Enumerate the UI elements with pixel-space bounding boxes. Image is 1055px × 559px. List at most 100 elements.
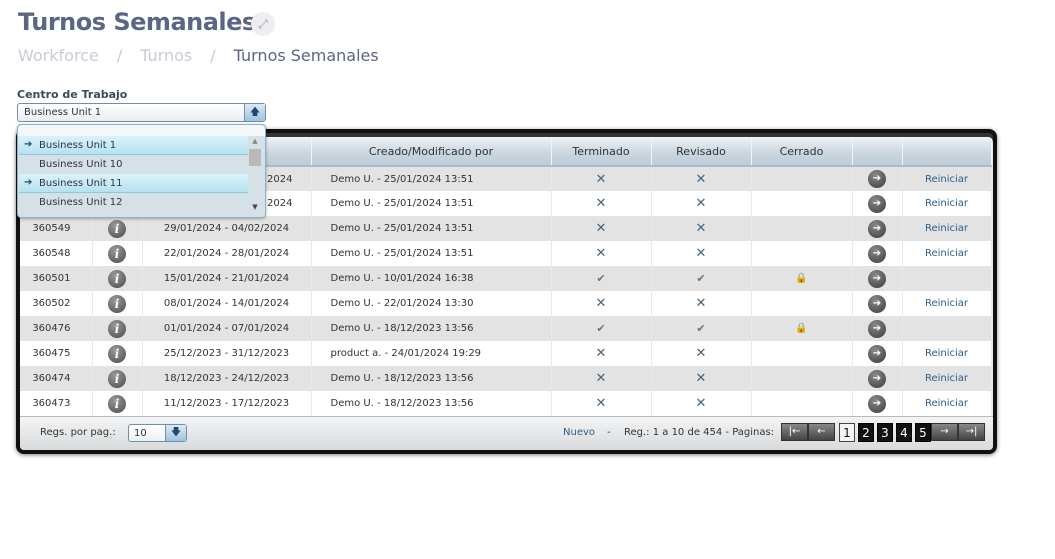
info-icon[interactable]: i [108, 244, 126, 263]
arrow-right-circle-icon[interactable]: ➔ [868, 244, 886, 263]
info-cell: i [92, 266, 143, 291]
info-cell: i [92, 216, 143, 241]
column-header[interactable]: Terminado [551, 137, 652, 167]
row-dates: 29/01/2024 - 04/02/2024 [142, 216, 312, 241]
page-button[interactable]: 2 [858, 423, 874, 442]
lock-icon: 🔒 [795, 273, 808, 284]
next-page-icon[interactable]: → [931, 423, 958, 441]
table-row[interactable]: 360474 i 18/12/2023 - 24/12/2023 Demo U. - … [20, 366, 992, 391]
row-cerrado [751, 341, 853, 366]
page-button[interactable]: 4 [896, 423, 912, 442]
info-icon[interactable]: i [108, 394, 126, 413]
reiniciar-link[interactable]: Reiniciar [925, 223, 968, 234]
breadcrumb-turnos[interactable]: Turnos [140, 46, 192, 65]
reiniciar-link[interactable]: Reiniciar [925, 174, 968, 185]
arrow-right-circle-icon[interactable]: ➔ [868, 369, 886, 388]
centro-input[interactable]: Business Unit 1 [24, 107, 101, 118]
breadcrumb-separator: / [210, 46, 216, 65]
centro-combobox[interactable]: Business Unit 1 🡅 [17, 103, 266, 122]
x-icon: ✕ [595, 221, 607, 236]
row-dates: 01/01/2024 - 07/01/2024 [142, 316, 312, 341]
scroll-up-icon[interactable]: ▲ [248, 137, 262, 149]
x-icon: ✕ [595, 346, 607, 361]
reiniciar-link[interactable]: Reiniciar [925, 198, 968, 209]
table-row[interactable]: 360476 i 01/01/2024 - 07/01/2024 Demo U. - … [20, 316, 992, 341]
row-id: 360473 [20, 391, 93, 416]
arrow-up-icon[interactable]: 🡅 [244, 104, 265, 121]
row-created: product a. - 24/01/2024 19:29 [311, 341, 552, 366]
reiniciar-link[interactable]: Reiniciar [925, 398, 968, 409]
info-icon[interactable]: i [108, 269, 126, 288]
row-created: Demo U. - 25/01/2024 13:51 [311, 216, 552, 241]
arrow-right-circle-icon[interactable]: ➔ [868, 194, 886, 213]
table-row[interactable]: 360473 i 11/12/2023 - 17/12/2023 Demo U. - … [20, 391, 992, 416]
table-row[interactable]: 360501 i 15/01/2024 - 21/01/2024 Demo U. - … [20, 266, 992, 291]
arrow-right-icon: ➔ [24, 177, 33, 188]
info-icon[interactable]: i [108, 344, 126, 363]
column-header[interactable]: Revisado [651, 137, 752, 167]
arrow-down-icon[interactable]: 🡇 [165, 425, 186, 441]
prev-page-icon[interactable]: ← [808, 423, 835, 441]
info-cell: i [92, 316, 143, 341]
scroll-down-icon[interactable]: ▼ [248, 203, 262, 215]
last-page-icon[interactable]: →| [958, 423, 985, 441]
dropdown-option[interactable]: ➔ Business Unit 1 [19, 136, 248, 155]
reiniciar-link[interactable]: Reiniciar [925, 298, 968, 309]
arrow-right-circle-icon[interactable]: ➔ [868, 170, 886, 188]
table-row[interactable]: 360548 i 22/01/2024 - 28/01/2024 Demo U. - … [20, 241, 992, 266]
row-cerrado: 🔒 [751, 316, 853, 341]
page-button[interactable]: 1 [839, 423, 855, 442]
row-id: 360549 [20, 216, 93, 241]
column-header[interactable]: Cerrado [751, 137, 853, 167]
breadcrumb-workforce[interactable]: Workforce [18, 46, 99, 65]
arrow-right-circle-icon[interactable]: ➔ [868, 269, 886, 288]
reiniciar-link[interactable]: Reiniciar [925, 248, 968, 259]
rows-per-page-select[interactable]: 10 🡇 [128, 424, 187, 442]
scroll-thumb[interactable] [249, 149, 261, 166]
info-icon[interactable]: i [108, 319, 126, 338]
expand-icon[interactable]: ⤢ [251, 12, 275, 36]
column-header[interactable] [902, 137, 992, 167]
info-icon[interactable]: i [108, 294, 126, 313]
row-terminado: ✕ [551, 291, 652, 316]
row-dates: 22/01/2024 - 28/01/2024 [142, 241, 312, 266]
column-header[interactable]: Creado/Modificado por [311, 137, 552, 167]
arrow-right-circle-icon[interactable]: ➔ [868, 319, 886, 338]
row-revisado: ✕ [651, 391, 752, 416]
info-cell: i [92, 241, 143, 266]
x-icon: ✕ [695, 296, 707, 311]
action-cell [902, 266, 992, 291]
reiniciar-link[interactable]: Reiniciar [925, 348, 968, 359]
dropdown-option[interactable]: ➔ Business Unit 11 [19, 174, 248, 193]
arrow-right-circle-icon[interactable]: ➔ [868, 344, 886, 363]
page-button[interactable]: 5 [915, 423, 931, 442]
check-icon: ✔ [696, 322, 706, 335]
page-button[interactable]: 3 [877, 423, 893, 442]
arrow-right-circle-icon[interactable]: ➔ [868, 219, 886, 238]
row-cerrado [751, 391, 853, 416]
arrow-right-circle-icon[interactable]: ➔ [868, 394, 886, 413]
rows-per-page-value[interactable]: 10 [134, 428, 147, 439]
table-row[interactable]: 360475 i 25/12/2023 - 31/12/2023 product a.… [20, 341, 992, 366]
lock-icon: 🔒 [795, 323, 808, 334]
arrow-right-circle-icon[interactable]: ➔ [868, 294, 886, 313]
dropdown-scrollbar[interactable]: ▲ ▼ [248, 137, 262, 215]
first-page-icon[interactable]: |← [781, 423, 808, 441]
row-dates: 15/01/2024 - 21/01/2024 [142, 266, 312, 291]
table-row[interactable]: 360549 i 29/01/2024 - 04/02/2024 Demo U. - … [20, 216, 992, 241]
action-cell: Reiniciar [902, 341, 992, 366]
x-icon: ✕ [595, 246, 607, 261]
separator: - [607, 427, 611, 438]
open-cell: ➔ [852, 391, 903, 416]
info-icon[interactable]: i [108, 219, 126, 238]
info-icon[interactable]: i [108, 369, 126, 388]
x-icon: ✕ [695, 246, 707, 261]
table-row[interactable]: 360502 i 08/01/2024 - 14/01/2024 Demo U. - … [20, 291, 992, 316]
dropdown-option[interactable]: Business Unit 12 [19, 193, 248, 212]
column-header[interactable] [852, 137, 903, 167]
reiniciar-link[interactable]: Reiniciar [925, 373, 968, 384]
row-revisado: ✕ [651, 366, 752, 391]
nuevo-link[interactable]: Nuevo [563, 427, 595, 438]
dropdown-option[interactable]: Business Unit 10 [19, 155, 248, 174]
row-revisado: ✔ [651, 316, 752, 341]
